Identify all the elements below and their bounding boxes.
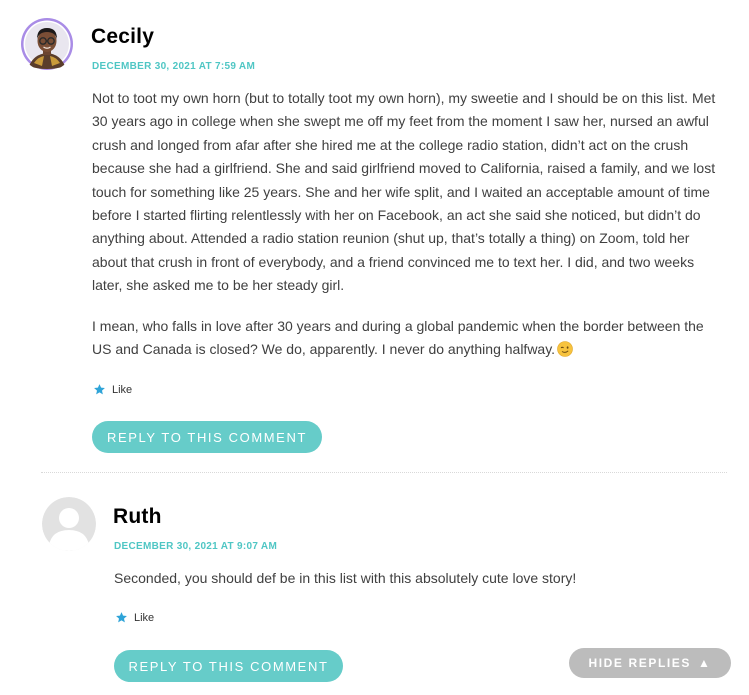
comment-divider xyxy=(41,472,727,473)
avatar-cecily-image xyxy=(21,18,73,70)
comment-author[interactable]: Cecily xyxy=(91,25,154,49)
comment-date-link[interactable]: DECEMBER 30, 2021 AT 9:07 AM xyxy=(114,541,277,552)
comment-text: I mean, who falls in love after 30 years… xyxy=(92,318,704,358)
comment-text-paragraph: Not to toot my own horn (but to totally … xyxy=(92,90,716,294)
comment-date-link[interactable]: DECEMBER 30, 2021 AT 7:59 AM xyxy=(92,61,255,72)
like-button[interactable]: Like xyxy=(93,383,132,396)
avatar[interactable] xyxy=(20,17,74,71)
like-label: Like xyxy=(112,383,133,396)
star-icon xyxy=(93,383,106,396)
star-icon xyxy=(115,611,128,624)
reply-button[interactable]: REPLY TO THIS COMMENT xyxy=(92,421,322,453)
triangle-up-icon: ▲ xyxy=(698,656,712,670)
comment-text-paragraph: I mean, who falls in love after 30 years… xyxy=(92,315,724,362)
comment-author[interactable]: Ruth xyxy=(113,505,162,529)
hide-replies-label: HIDE REPLIES xyxy=(588,656,692,670)
winking-face-icon xyxy=(555,341,573,358)
default-user-avatar-icon xyxy=(42,497,96,551)
like-button[interactable]: Like xyxy=(115,611,154,624)
comment-text-paragraph: Seconded, you should def be in this list… xyxy=(114,570,577,586)
like-label: Like xyxy=(134,611,155,624)
avatar[interactable] xyxy=(42,497,96,551)
reply-button[interactable]: REPLY TO THIS COMMENT xyxy=(114,650,343,682)
hide-replies-button[interactable]: HIDE REPLIES ▲ xyxy=(569,648,731,678)
